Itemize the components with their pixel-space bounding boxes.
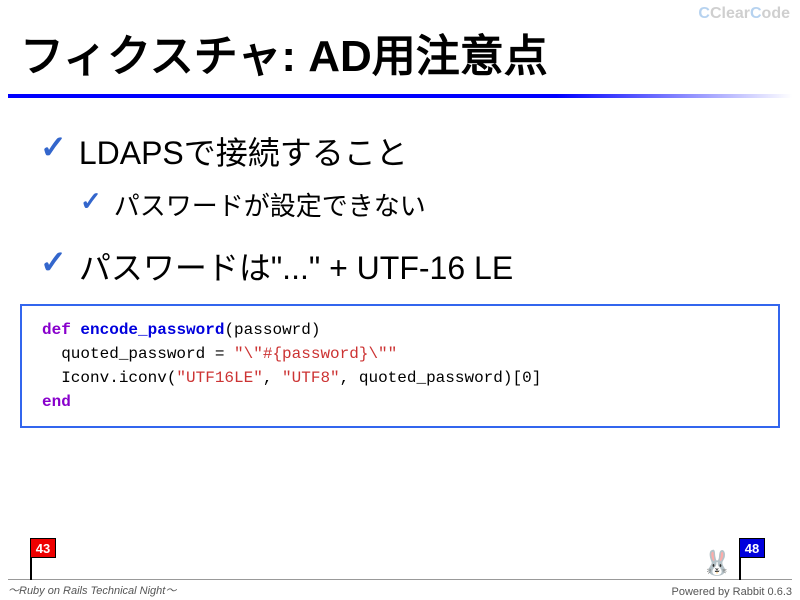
flag-pole: [30, 558, 32, 580]
flag-current-page: 43: [30, 538, 56, 580]
content-area: ✓ LDAPSで接続すること ✓ パスワードが設定できない ✓ パスワードは".…: [0, 98, 800, 289]
code-keyword-def: def: [42, 321, 71, 339]
bullet-1-sub: ✓ パスワードが設定できない: [80, 186, 760, 223]
logo-code: ode: [762, 5, 790, 22]
flag-blue-number: 48: [739, 538, 765, 558]
footer-event-name: 〜Ruby on Rails Technical Night〜: [8, 582, 176, 598]
code-block: def encode_password(passowrd) quoted_pas…: [20, 304, 780, 428]
code-keyword-end: end: [42, 393, 71, 411]
bullet-1-sub-text: パスワードが設定できない: [114, 186, 426, 223]
code-line3-mid: ,: [263, 369, 282, 387]
bullet-1-text: LDAPSで接続すること: [79, 128, 408, 174]
rabbit-icon: 🐰: [702, 549, 732, 578]
code-string: "UTF8": [282, 369, 340, 387]
flag-red-number: 43: [30, 538, 56, 558]
code-line2-pre: quoted_password =: [42, 345, 234, 363]
check-icon: ✓: [40, 243, 67, 281]
slide-title: フィクスチャ: AD用注意点: [0, 0, 800, 94]
code-string: "\"#{password}\"": [234, 345, 397, 363]
code-line3-pre: Iconv.iconv(: [42, 369, 176, 387]
logo: CClearCode: [698, 5, 790, 23]
check-icon: ✓: [80, 186, 102, 217]
bullet-2-text: パスワードは"..." + UTF-16 LE: [79, 243, 513, 289]
check-icon: ✓: [40, 128, 67, 166]
logo-c1: C: [698, 5, 710, 22]
flag-total-pages: 48: [739, 538, 765, 580]
code-function-name: encode_password: [80, 321, 224, 339]
code-line3-rest: , quoted_password)[0]: [340, 369, 542, 387]
code-string: "UTF16LE": [176, 369, 262, 387]
bullet-1: ✓ LDAPSで接続すること: [40, 128, 760, 174]
footer-powered-by: Powered by Rabbit 0.6.3: [672, 586, 792, 598]
flag-pole: [739, 558, 741, 580]
progress-track: [8, 579, 792, 580]
code-params: (passowrd): [224, 321, 320, 339]
logo-clear: Clear: [710, 5, 750, 22]
logo-c2: C: [750, 5, 762, 22]
bullet-2: ✓ パスワードは"..." + UTF-16 LE: [40, 243, 760, 289]
